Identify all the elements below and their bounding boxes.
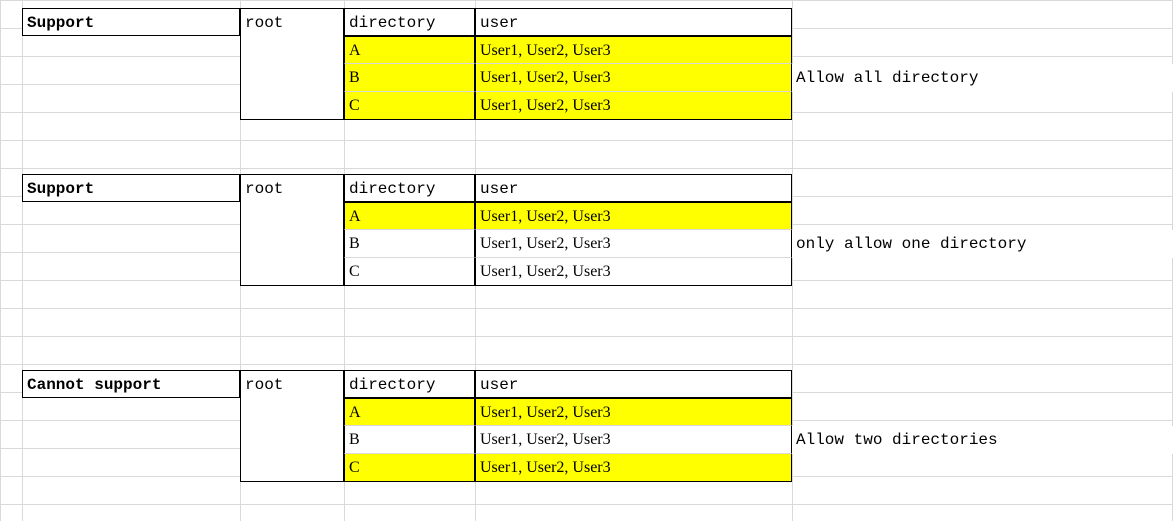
cell-dir: C [344,454,475,482]
cell-blank [240,258,344,286]
cell-user: User1, User2, User3 [475,454,792,482]
cell-user: User1, User2, User3 [475,230,792,258]
cell-user: User1, User2, User3 [475,398,792,426]
header-user: user [475,8,792,36]
cell-blank [240,64,344,92]
cell-user: User1, User2, User3 [475,64,792,92]
cell-dir: C [344,258,475,286]
cell-root: root [240,370,344,398]
cell-dir: B [344,230,475,258]
cell-blank [240,398,344,426]
note: Allow two directories [792,426,1173,454]
label-cannot-support: Cannot support [22,370,240,398]
cell-blank [240,36,344,64]
header-user: user [475,370,792,398]
cell-user: User1, User2, User3 [475,36,792,64]
header-user: user [475,174,792,202]
label-support: Support [22,174,240,202]
label-support: Support [22,8,240,36]
cell-blank [240,202,344,230]
cell-dir: A [344,36,475,64]
cell-user: User1, User2, User3 [475,426,792,454]
cell-root: root [240,8,344,36]
cell-dir: C [344,92,475,120]
cell-dir: A [344,398,475,426]
cell-blank [240,230,344,258]
cell-blank [240,92,344,120]
cell-dir: B [344,426,475,454]
cell-dir: A [344,202,475,230]
header-directory: directory [344,370,475,398]
cell-user: User1, User2, User3 [475,202,792,230]
cell-user: User1, User2, User3 [475,92,792,120]
note: Allow all directory [792,64,1173,92]
cell-blank [240,426,344,454]
cell-user: User1, User2, User3 [475,258,792,286]
cell-blank [240,454,344,482]
cell-dir: B [344,64,475,92]
cell-root: root [240,174,344,202]
header-directory: directory [344,174,475,202]
note: only allow one directory [792,230,1173,258]
header-directory: directory [344,8,475,36]
